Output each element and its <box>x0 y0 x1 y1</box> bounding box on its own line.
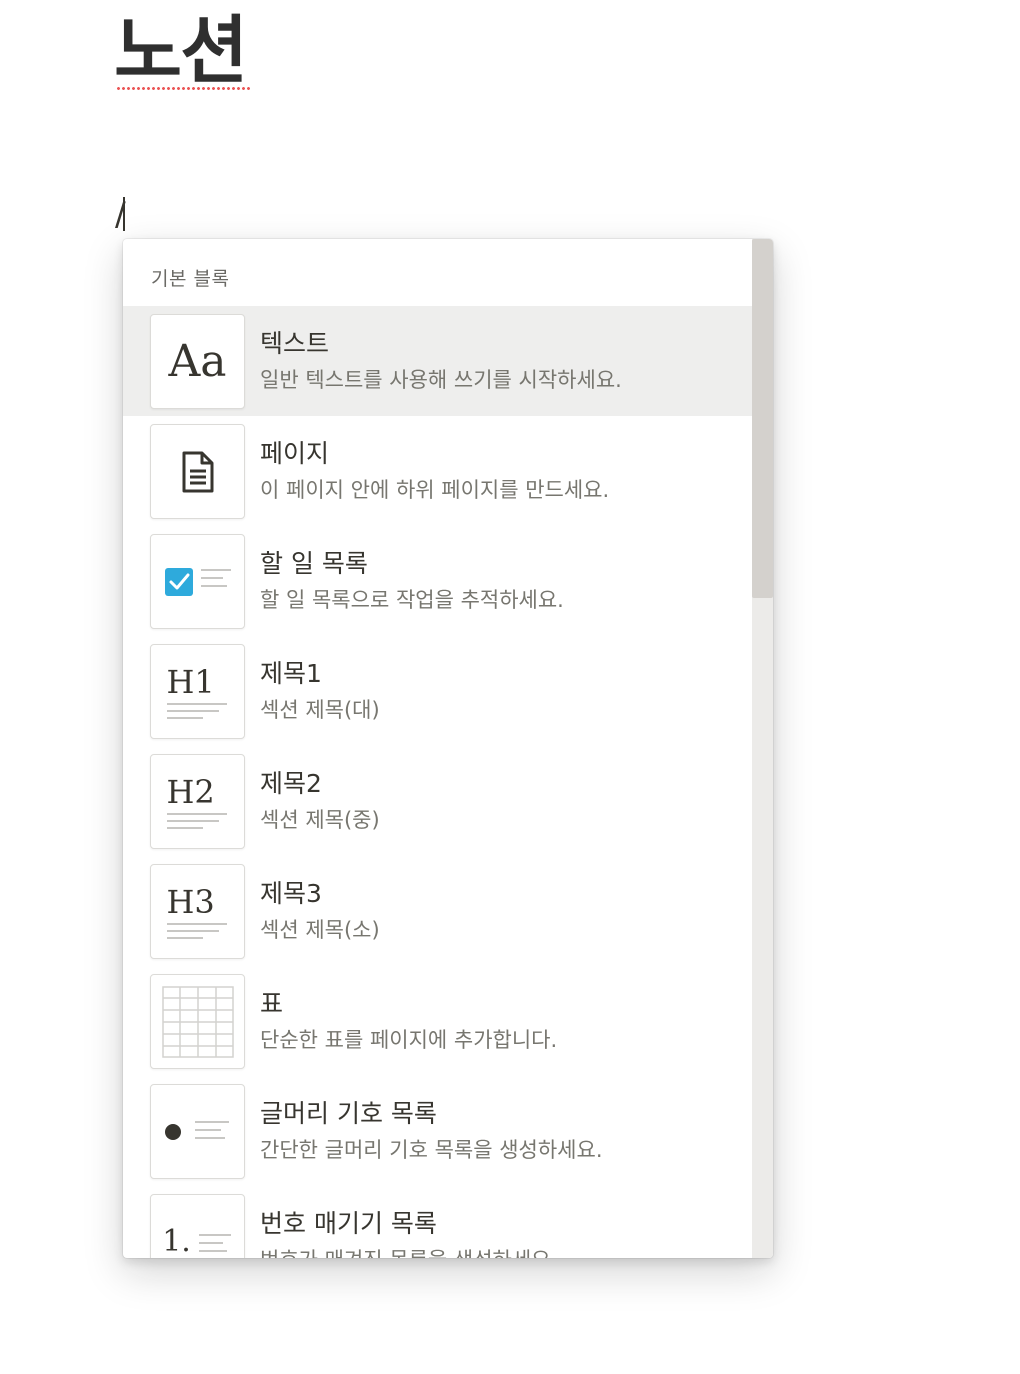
menu-item-numbered-list[interactable]: 1. 번호 매기기 목록 번호가 매겨진 목록을 생성하세요. <box>123 1186 752 1258</box>
menu-item-heading2[interactable]: H2 제목2 섹션 제목(중) <box>123 746 752 856</box>
menu-item-description: 번호가 매겨진 목록을 생성하세요. <box>260 1244 557 1258</box>
menu-item-todo[interactable]: 할 일 목록 할 일 목록으로 작업을 추적하세요. <box>123 526 752 636</box>
menu-item-title: 표 <box>260 989 284 1018</box>
numbered-list-icon: 1. <box>150 1194 245 1258</box>
menu-item-title: 제목2 <box>260 769 322 798</box>
notion-page: 노션 / 기본 블록 Aa 텍스트 일반 텍스트를 사용해 쓰기를 시작하세요. <box>0 0 1020 1374</box>
slash-command-menu: 기본 블록 Aa 텍스트 일반 텍스트를 사용해 쓰기를 시작하세요. 페이지 … <box>123 239 773 1258</box>
menu-item-description: 이 페이지 안에 하위 페이지를 만드세요. <box>260 478 610 502</box>
page-icon <box>150 424 245 519</box>
menu-scroll-area[interactable]: 기본 블록 Aa 텍스트 일반 텍스트를 사용해 쓰기를 시작하세요. 페이지 … <box>123 239 752 1258</box>
menu-item-title: 제목3 <box>260 879 322 908</box>
menu-item-heading3[interactable]: H3 제목3 섹션 제목(소) <box>123 856 752 966</box>
menu-item-title: 번호 매기기 목록 <box>260 1209 437 1238</box>
menu-item-description: 섹션 제목(대) <box>260 698 380 722</box>
scrollbar-track[interactable] <box>752 239 773 1258</box>
text-caret <box>123 197 125 231</box>
spellcheck-underline <box>116 86 250 91</box>
menu-item-title: 글머리 기호 목록 <box>260 1099 437 1128</box>
menu-item-description: 단순한 표를 페이지에 추가합니다. <box>260 1028 558 1052</box>
menu-item-title: 제목1 <box>260 659 322 688</box>
heading2-icon: H2 <box>150 754 245 849</box>
page-title[interactable]: 노션 <box>114 6 248 96</box>
bulleted-list-icon <box>150 1084 245 1179</box>
menu-item-heading1[interactable]: H1 제목1 섹션 제목(대) <box>123 636 752 746</box>
menu-item-description: 섹션 제목(소) <box>260 918 380 942</box>
menu-item-description: 일반 텍스트를 사용해 쓰기를 시작하세요. <box>260 368 622 392</box>
menu-item-description: 할 일 목록으로 작업을 추적하세요. <box>260 588 564 612</box>
menu-item-title: 페이지 <box>260 439 330 468</box>
checkbox-icon <box>150 534 245 629</box>
heading1-icon: H1 <box>150 644 245 739</box>
section-header: 기본 블록 <box>151 268 230 290</box>
menu-item-text[interactable]: Aa 텍스트 일반 텍스트를 사용해 쓰기를 시작하세요. <box>123 306 752 416</box>
menu-item-page[interactable]: 페이지 이 페이지 안에 하위 페이지를 만드세요. <box>123 416 752 526</box>
scrollbar-thumb[interactable] <box>752 239 773 598</box>
menu-item-description: 간단한 글머리 기호 목록을 생성하세요. <box>260 1138 603 1162</box>
menu-item-title: 할 일 목록 <box>260 549 368 578</box>
menu-item-description: 섹션 제목(중) <box>260 808 380 832</box>
menu-item-title: 텍스트 <box>260 329 330 358</box>
heading3-icon: H3 <box>150 864 245 959</box>
table-icon <box>150 974 245 1069</box>
text-aa-icon: Aa <box>150 314 245 409</box>
menu-item-table[interactable]: 표 단순한 표를 페이지에 추가합니다. <box>123 966 752 1076</box>
menu-item-bulleted-list[interactable]: 글머리 기호 목록 간단한 글머리 기호 목록을 생성하세요. <box>123 1076 752 1186</box>
